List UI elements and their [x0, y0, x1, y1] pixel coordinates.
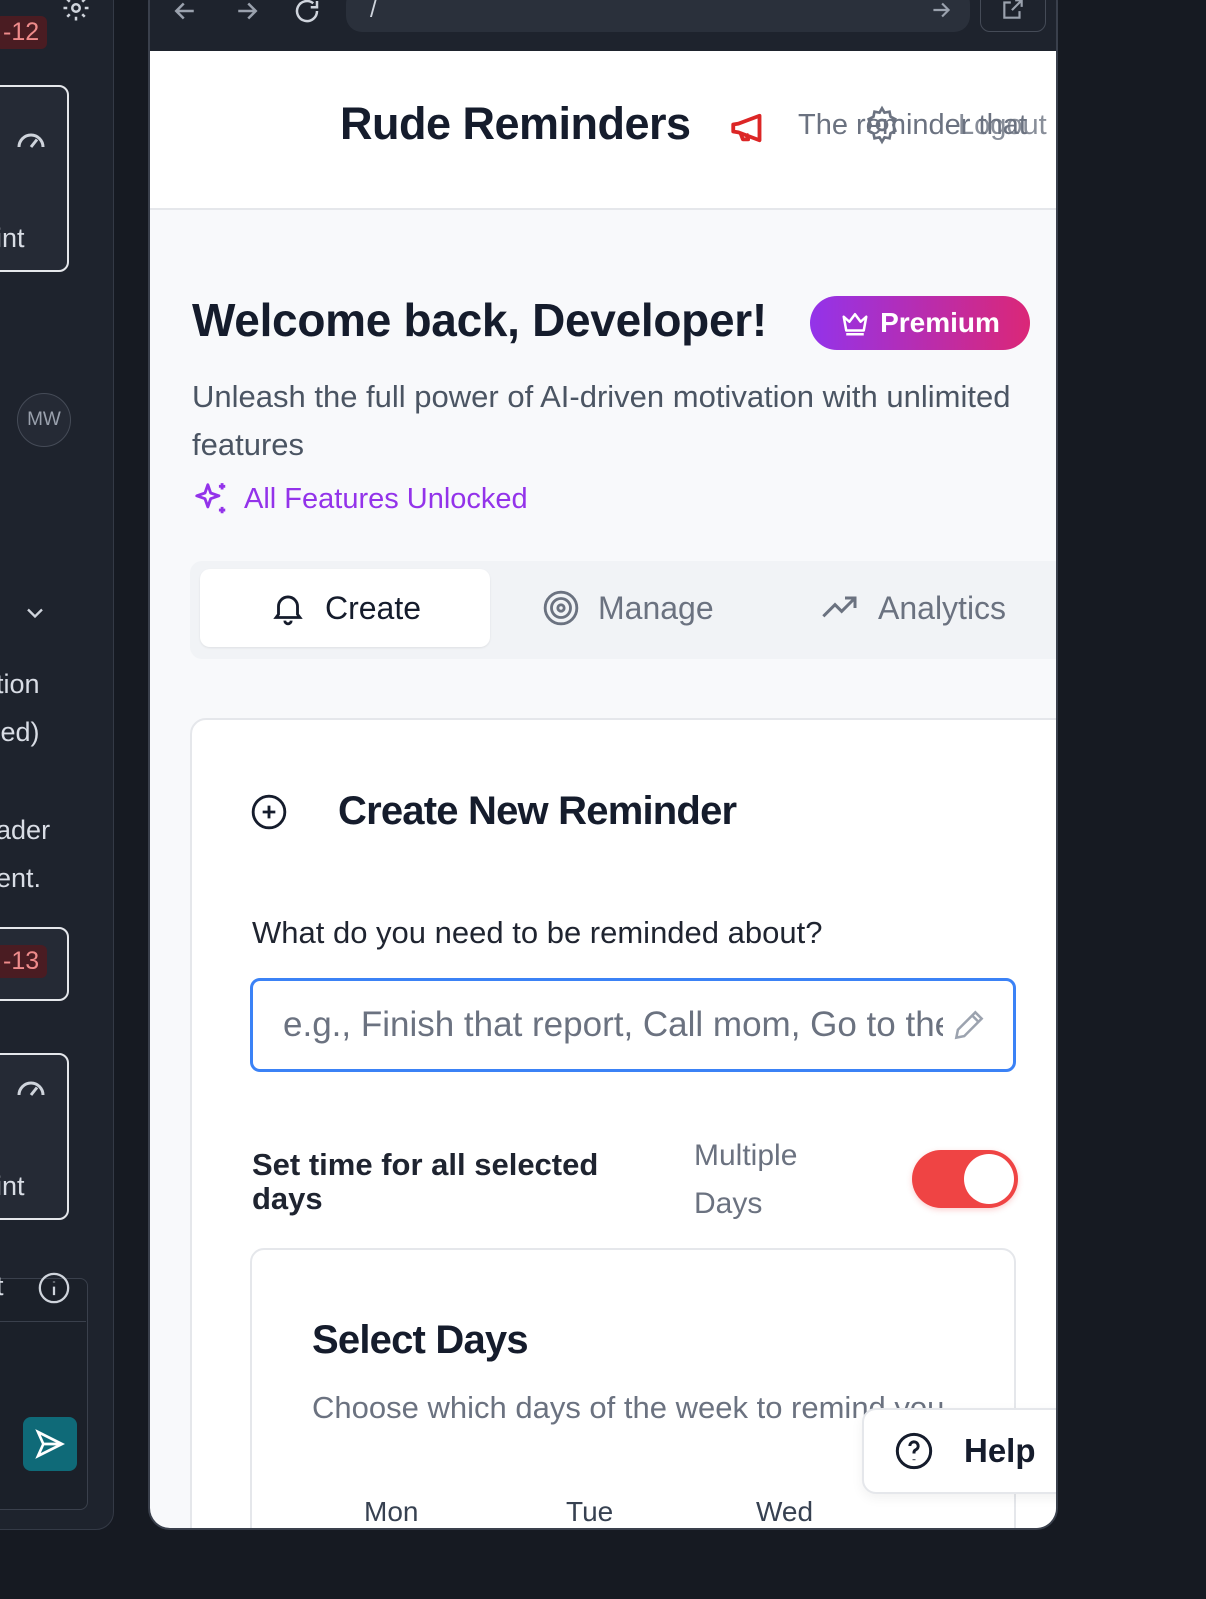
open-external-button[interactable]: [980, 0, 1046, 32]
day-mon[interactable]: Mon: [364, 1496, 418, 1528]
gauge-icon: [17, 133, 45, 148]
side-text-line: ation: [0, 669, 40, 699]
external-link-icon: [1003, 0, 1023, 19]
tab-create[interactable]: Create: [200, 569, 490, 647]
plus-circle-icon: [251, 794, 287, 830]
welcome-heading: Welcome back, Developer!: [192, 294, 767, 346]
back-arrow-icon[interactable]: [170, 0, 200, 26]
send-button[interactable]: [23, 1417, 77, 1471]
bell-icon: [273, 595, 303, 626]
composer-label: et: [0, 1271, 4, 1302]
side-text-line: ized): [0, 717, 40, 747]
chat-composer[interactable]: [0, 1278, 88, 1510]
url-bar[interactable]: /: [346, 0, 970, 32]
gauge-icon: [17, 1081, 45, 1096]
help-button[interactable]: Help: [862, 1408, 1056, 1494]
features-unlocked: All Features Unlocked: [192, 480, 528, 518]
tab-manage[interactable]: Manage: [542, 569, 714, 647]
url-text: /: [370, 0, 377, 23]
premium-badge: Premium: [810, 296, 1030, 350]
logout-button[interactable]: Logout: [958, 109, 1047, 142]
settings-gear-icon[interactable]: [862, 105, 902, 145]
send-icon: [35, 1429, 65, 1459]
reminder-input[interactable]: [250, 978, 1016, 1072]
pen-icon[interactable]: [950, 1006, 988, 1044]
checkpoint-label: oint: [0, 1171, 25, 1201]
tab-bar: Create Manage Analytics: [190, 561, 1056, 659]
app-header: Rude Reminders The reminder that Logout: [150, 51, 1056, 210]
reminder-question-label: What do you need to be reminded about?: [252, 915, 823, 950]
side-text-line: eader: [0, 815, 51, 845]
side-text-line: nent.: [0, 863, 42, 893]
toggle-knob: [964, 1154, 1014, 1204]
target-icon: [543, 590, 579, 626]
diff-badge: -12: [0, 16, 48, 49]
gear-icon[interactable]: [61, 0, 91, 23]
select-days-title: Select Days: [312, 1318, 529, 1362]
multiple-days-label: Multiple Days: [694, 1139, 798, 1220]
help-label: Help: [964, 1432, 1036, 1469]
select-days-description: Choose which days of the week to remind …: [312, 1390, 945, 1425]
card-title: Create New Reminder: [338, 789, 737, 833]
page-viewport: Rude Reminders The reminder that Logout …: [150, 51, 1056, 1528]
checkpoint-label: oint: [0, 223, 25, 253]
divider: [0, 1321, 86, 1322]
tab-analytics[interactable]: Analytics: [820, 569, 1006, 647]
tab-label: Manage: [598, 589, 714, 626]
forward-arrow-icon[interactable]: [232, 0, 262, 26]
side-panel: -12 oint MW ation ized) eader nent. -13 …: [0, 0, 114, 1530]
premium-label: Premium: [880, 307, 1000, 338]
reload-icon[interactable]: [292, 0, 322, 26]
day-tue[interactable]: Tue: [566, 1496, 613, 1528]
help-circle-icon: [895, 1432, 933, 1470]
info-icon[interactable]: [37, 1271, 71, 1305]
unlocked-label: All Features Unlocked: [244, 482, 528, 515]
day-wed[interactable]: Wed: [756, 1496, 813, 1528]
crown-icon: [842, 313, 868, 336]
trending-up-icon: [822, 596, 857, 618]
browser-toolbar: /: [150, 0, 1056, 51]
multiple-days-toggle[interactable]: [912, 1150, 1018, 1208]
diff-badge: -13: [0, 945, 48, 978]
sparkles-icon: [195, 483, 226, 514]
avatar[interactable]: MW: [17, 393, 71, 447]
tab-label: Create: [324, 589, 422, 626]
browser-window: / Rude Reminders The reminder that Logou…: [148, 0, 1058, 1530]
welcome-subtitle: Unleash the full power of AI-driven moti…: [192, 379, 1011, 462]
go-arrow-icon[interactable]: [928, 0, 954, 23]
app-title: Rude Reminders: [340, 98, 691, 149]
set-time-label: Set time for all selected days: [252, 1147, 599, 1216]
megaphone-icon: [731, 113, 762, 143]
tab-label: Analytics: [878, 589, 1007, 626]
chevron-down-icon[interactable]: [21, 599, 49, 627]
